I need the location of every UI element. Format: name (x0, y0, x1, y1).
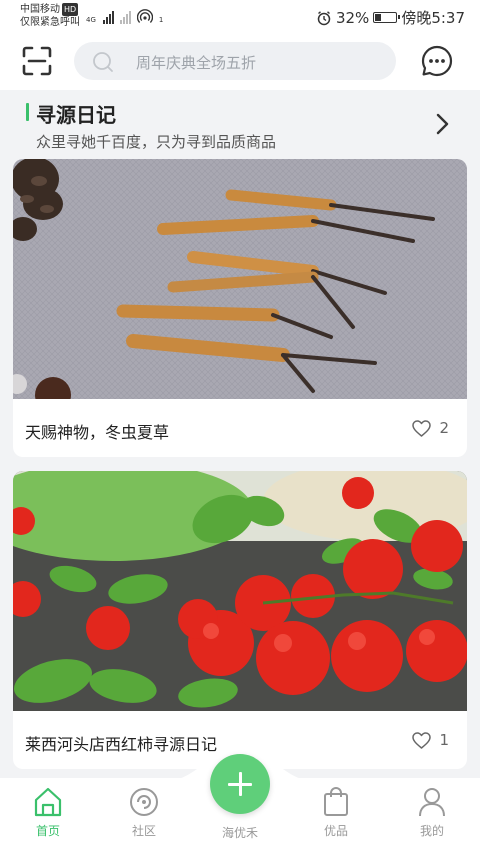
chevron-right-icon[interactable] (432, 112, 452, 136)
nav-item-community[interactable]: 社区 (104, 786, 184, 839)
status-bar: 中国移动 HD 仅限紧急呼叫 4G 1 32% 傍晚5:37 (0, 0, 480, 34)
hotspot-icon (136, 9, 153, 23)
nav-label: 我的 (419, 824, 444, 838)
clock: 傍晚5:37 (401, 9, 465, 27)
heart-icon (412, 419, 432, 437)
emergency-text: 仅限紧急呼叫 (20, 17, 80, 28)
like-count: 1 (439, 731, 449, 749)
network-type: 4G (86, 16, 96, 24)
like-button[interactable]: 2 (412, 419, 449, 437)
alarm-icon (317, 10, 331, 25)
carrier-info: 中国移动 HD 仅限紧急呼叫 (20, 3, 80, 29)
like-count: 2 (439, 419, 449, 437)
add-button[interactable] (210, 754, 270, 814)
heart-icon (412, 731, 432, 749)
nav-item-profile[interactable]: 我的 (392, 786, 472, 839)
cordyceps-photo (13, 159, 467, 399)
message-icon[interactable] (420, 44, 454, 78)
top-header: 周年庆典全场五折 (0, 34, 480, 90)
nav-item-products[interactable]: 优品 (296, 786, 376, 839)
scan-icon[interactable] (20, 44, 54, 78)
search-placeholder: 周年庆典全场五折 (136, 54, 257, 72)
card-title: 天赐神物，冬虫夏草 (25, 423, 170, 442)
section-title: 寻源日记 (36, 103, 116, 127)
community-icon (130, 788, 158, 816)
shopping-bag-icon (324, 787, 348, 816)
battery-icon (373, 12, 401, 23)
nav-label-center: 海优禾 (221, 826, 258, 840)
signal-indicators: 4G 1 (86, 8, 164, 24)
home-icon (34, 787, 62, 817)
nav-label: 优品 (323, 824, 348, 838)
signal-bars-icon (102, 11, 114, 24)
section-accent-bar (26, 103, 29, 121)
signal-bars-2-icon (119, 11, 131, 24)
carrier-name: 中国移动 (20, 4, 60, 15)
hd-badge: HD (62, 3, 79, 16)
hotspot-count: 1 (158, 16, 164, 24)
search-icon (93, 52, 113, 72)
nav-label: 社区 (131, 824, 156, 838)
nav-item-home[interactable]: 首页 (8, 786, 88, 839)
user-icon (419, 788, 445, 817)
tomato-photo (13, 471, 467, 711)
battery-percent: 32% (335, 8, 370, 27)
nav-label: 首页 (35, 824, 60, 838)
like-button[interactable]: 1 (412, 731, 449, 749)
section-header[interactable]: 寻源日记 众里寻她千百度，只为寻到品质商品 (0, 90, 480, 160)
article-card[interactable]: 天赐神物，冬虫夏草 2 (13, 159, 467, 457)
section-subtitle: 众里寻她千百度，只为寻到品质商品 (36, 133, 277, 151)
search-input[interactable]: 周年庆典全场五折 (74, 42, 396, 80)
article-card[interactable]: 莱西河头店西红柿寻源日记 1 (13, 471, 467, 769)
